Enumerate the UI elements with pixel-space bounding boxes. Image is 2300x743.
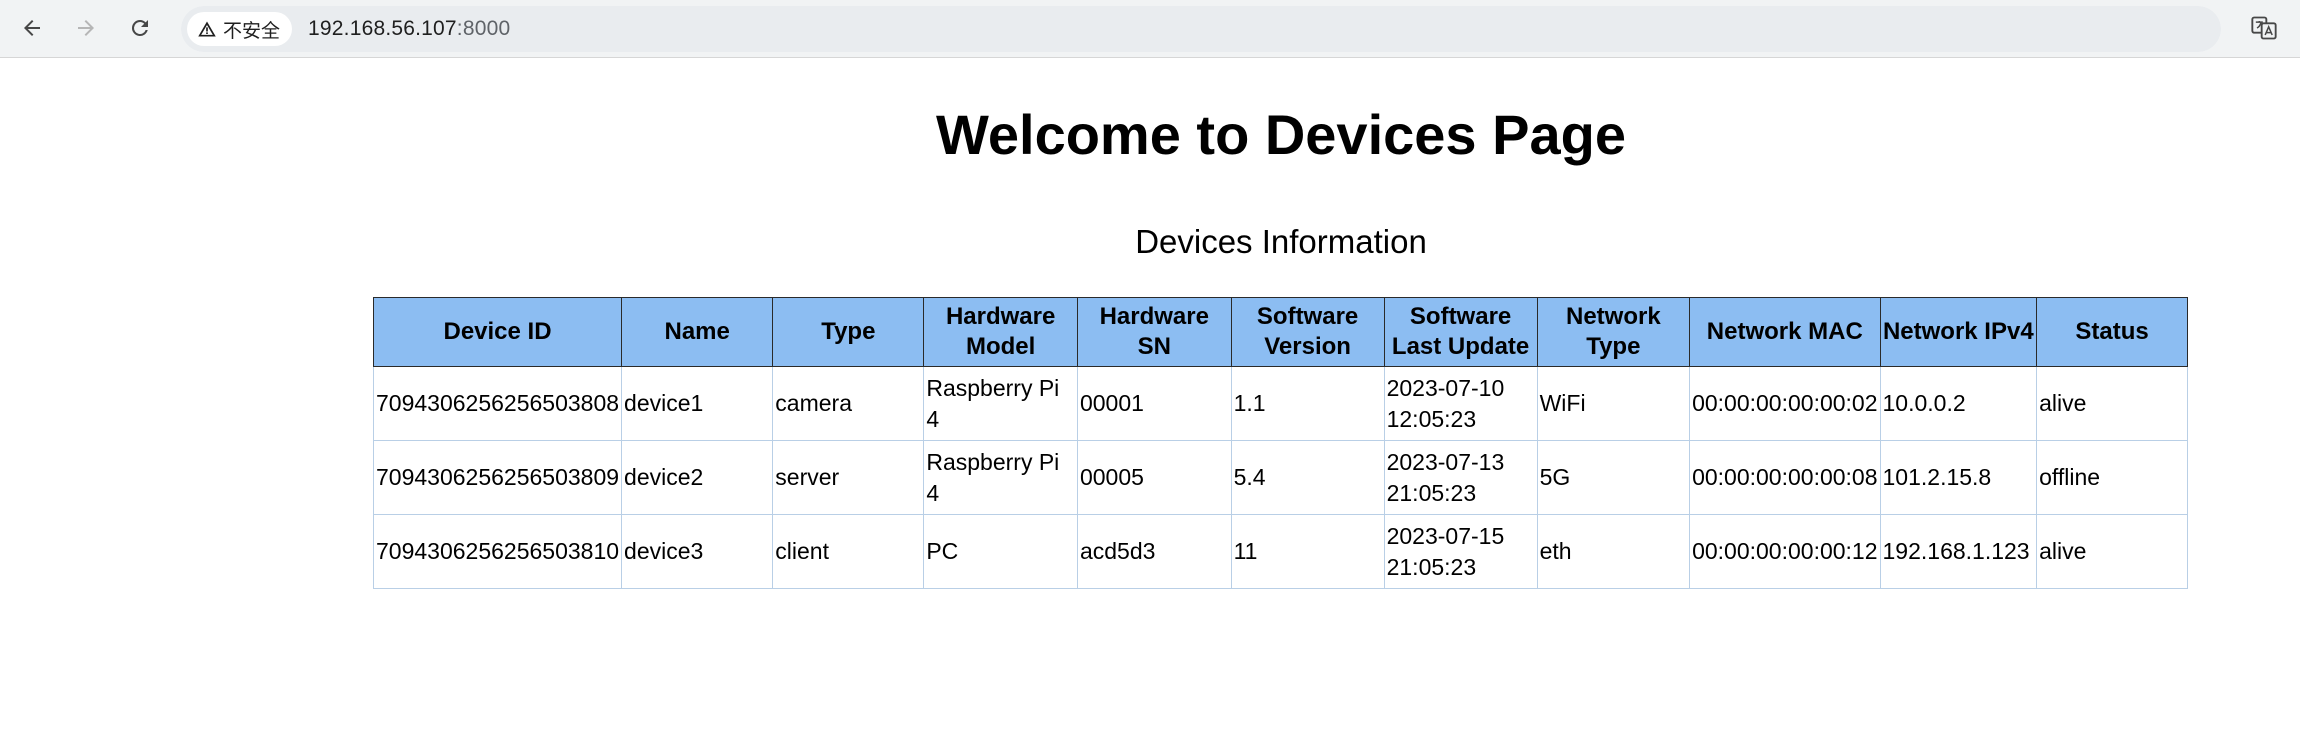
cell-hardware-sn: acd5d3: [1076, 514, 1232, 589]
back-button[interactable]: [12, 8, 52, 48]
browser-toolbar: 不安全 192.168.56.107:8000: [0, 0, 2300, 58]
cell-network-type: eth: [1536, 514, 1691, 589]
forward-icon: [78, 20, 94, 36]
cell-device-id: 7094306256256503809: [372, 440, 623, 515]
cell-hardware-model: Raspberry Pi 4: [923, 366, 1078, 441]
url-port: :8000: [456, 17, 511, 40]
table-caption: Devices Information: [1135, 223, 1427, 260]
cell-network-mac: 00:00:00:00:00:12: [1689, 514, 1881, 589]
devices-table: Device ID Name Type Hardware Model Hardw…: [372, 297, 2188, 589]
header-device-id: Device ID: [372, 297, 623, 367]
page-title: Welcome to Devices Page: [936, 103, 1626, 166]
cell-network-type: WiFi: [1536, 366, 1691, 441]
table-header-row: Device ID Name Type Hardware Model Hardw…: [372, 297, 2188, 367]
header-hardware-model: Hardware Model: [923, 297, 1078, 367]
back-icon: [24, 20, 40, 36]
security-label: 不安全: [223, 19, 281, 42]
cell-status: alive: [2036, 514, 2188, 589]
cell-network-type: 5G: [1536, 440, 1691, 515]
cell-hardware-model: Raspberry Pi 4: [923, 440, 1078, 515]
header-software-version: Software Version: [1230, 297, 1385, 367]
header-network-type: Network Type: [1536, 297, 1691, 367]
cell-network-ipv4: 10.0.0.2: [1879, 366, 2038, 441]
cell-type: camera: [772, 366, 925, 441]
cell-status: offline: [2036, 440, 2188, 515]
header-software-last-update: Software Last Update: [1383, 297, 1538, 367]
cell-name: device1: [621, 366, 774, 441]
cell-hardware-sn: 00005: [1076, 440, 1232, 515]
warning-icon: [198, 21, 216, 37]
cell-device-id: 7094306256256503808: [372, 366, 623, 441]
cell-name: device3: [621, 514, 774, 589]
cell-network-mac: 00:00:00:00:00:02: [1689, 366, 1881, 441]
cell-software-version: 11: [1230, 514, 1385, 589]
cell-software-version: 5.4: [1230, 440, 1385, 515]
reload-icon: [131, 19, 148, 36]
cell-software-last-update: 2023-07-15 21:05:23: [1383, 514, 1538, 589]
cell-network-ipv4: 101.2.15.8: [1879, 440, 2038, 515]
header-type: Type: [772, 297, 925, 367]
header-network-ipv4: Network IPv4: [1879, 297, 2038, 367]
translate-button[interactable]: [2248, 12, 2280, 44]
cell-software-last-update: 2023-07-10 12:05:23: [1383, 366, 1538, 441]
header-network-mac: Network MAC: [1689, 297, 1881, 367]
header-status: Status: [2036, 297, 2188, 367]
cell-type: server: [772, 440, 925, 515]
translate-icon: [2251, 16, 2277, 40]
cell-type: client: [772, 514, 925, 589]
cell-software-version: 1.1: [1230, 366, 1385, 441]
header-name: Name: [621, 297, 774, 367]
cell-network-mac: 00:00:00:00:00:08: [1689, 440, 1881, 515]
url-host: 192.168.56.107: [308, 17, 457, 40]
url-text[interactable]: 192.168.56.107:8000: [308, 17, 510, 41]
security-chip[interactable]: 不安全: [187, 12, 293, 46]
cell-hardware-sn: 00001: [1076, 366, 1232, 441]
table-row: 7094306256256503808 device1 camera Raspb…: [372, 366, 2188, 441]
address-bar[interactable]: 不安全 192.168.56.107:8000: [181, 6, 2221, 52]
cell-name: device2: [621, 440, 774, 515]
header-hardware-sn: Hardware SN: [1076, 297, 1232, 367]
cell-device-id: 7094306256256503810: [372, 514, 623, 589]
table-row: 7094306256256503809 device2 server Raspb…: [372, 440, 2188, 515]
cell-hardware-model: PC: [923, 514, 1078, 589]
reload-button[interactable]: [120, 8, 160, 48]
cell-status: alive: [2036, 366, 2188, 441]
cell-software-last-update: 2023-07-13 21:05:23: [1383, 440, 1538, 515]
table-row: 7094306256256503810 device3 client PC ac…: [372, 514, 2188, 589]
cell-network-ipv4: 192.168.1.123: [1879, 514, 2038, 589]
forward-button[interactable]: [66, 8, 106, 48]
